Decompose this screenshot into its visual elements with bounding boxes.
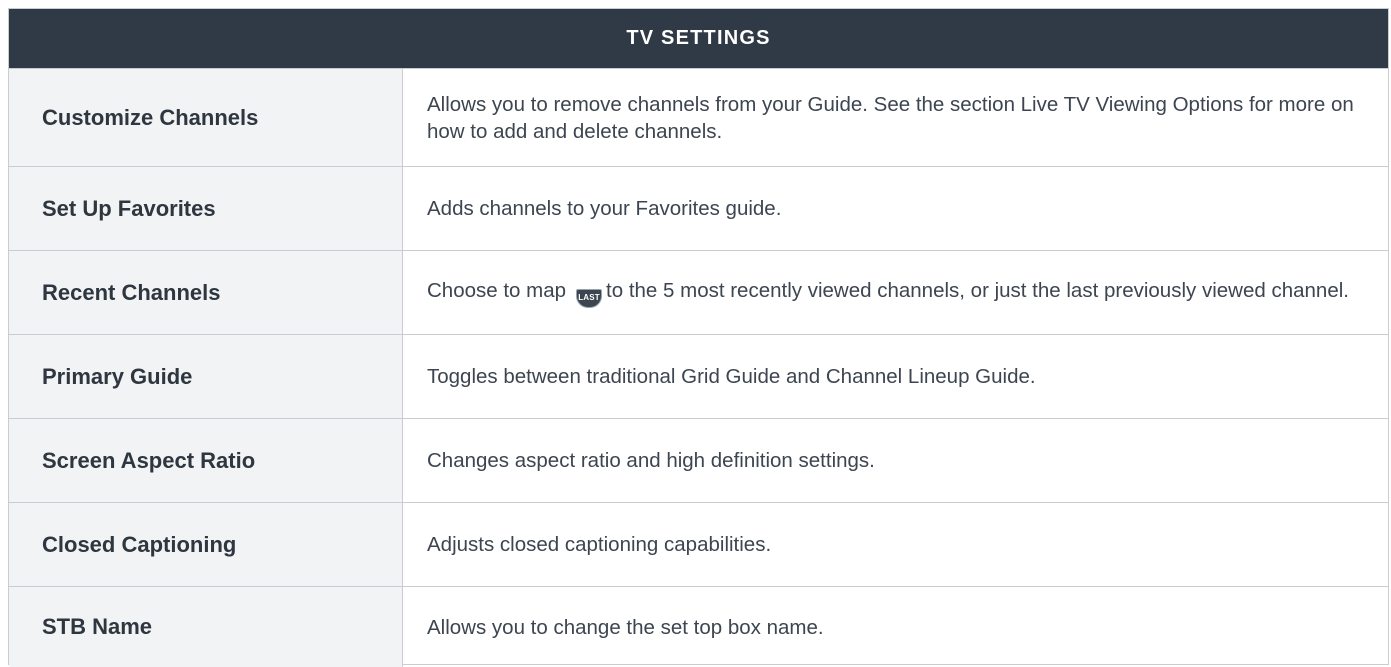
setting-description: Adds channels to your Favorites guide. (427, 197, 782, 220)
table-row: Customize Channels Allows you to remove … (9, 68, 1388, 166)
last-button-icon: LAST (576, 289, 603, 308)
table-row: Primary Guide Toggles between traditiona… (9, 334, 1388, 418)
table-row: Recent Channels Choose to map LAST to the … (9, 250, 1388, 334)
setting-name: STB Name (9, 587, 403, 667)
table-row: STB Name Allows you to change the set to… (9, 586, 1388, 667)
table-title: TV SETTINGS (9, 9, 1388, 68)
setting-description: Choose to map LAST to the 5 most recently … (403, 251, 1388, 334)
table-row: Closed Captioning Adjusts closed caption… (9, 502, 1388, 586)
setting-name: Set Up Favorites (9, 167, 403, 250)
setting-name: Recent Channels (9, 251, 403, 334)
setting-description: Toggles between traditional Grid Guide a… (427, 365, 1036, 388)
description-text-before: Choose to map (427, 279, 567, 302)
setting-description: Changes aspect ratio and high definition… (427, 449, 875, 472)
setting-name: Primary Guide (9, 335, 403, 418)
setting-description: Adjusts closed captioning capabilities. (427, 533, 772, 556)
table-row: Screen Aspect Ratio Changes aspect ratio… (9, 418, 1388, 502)
setting-name: Customize Channels (9, 69, 403, 166)
setting-description: Allows you to change the set top box nam… (427, 615, 824, 639)
setting-description: Allows you to remove channels from your … (427, 92, 1354, 143)
setting-name: Screen Aspect Ratio (9, 419, 403, 502)
setting-name: Closed Captioning (9, 503, 403, 586)
table-row: Set Up Favorites Adds channels to your F… (9, 166, 1388, 250)
description-text-after: to the 5 most recently viewed channels, … (606, 279, 1349, 302)
tv-settings-table: TV SETTINGS Customize Channels Allows yo… (8, 8, 1389, 667)
